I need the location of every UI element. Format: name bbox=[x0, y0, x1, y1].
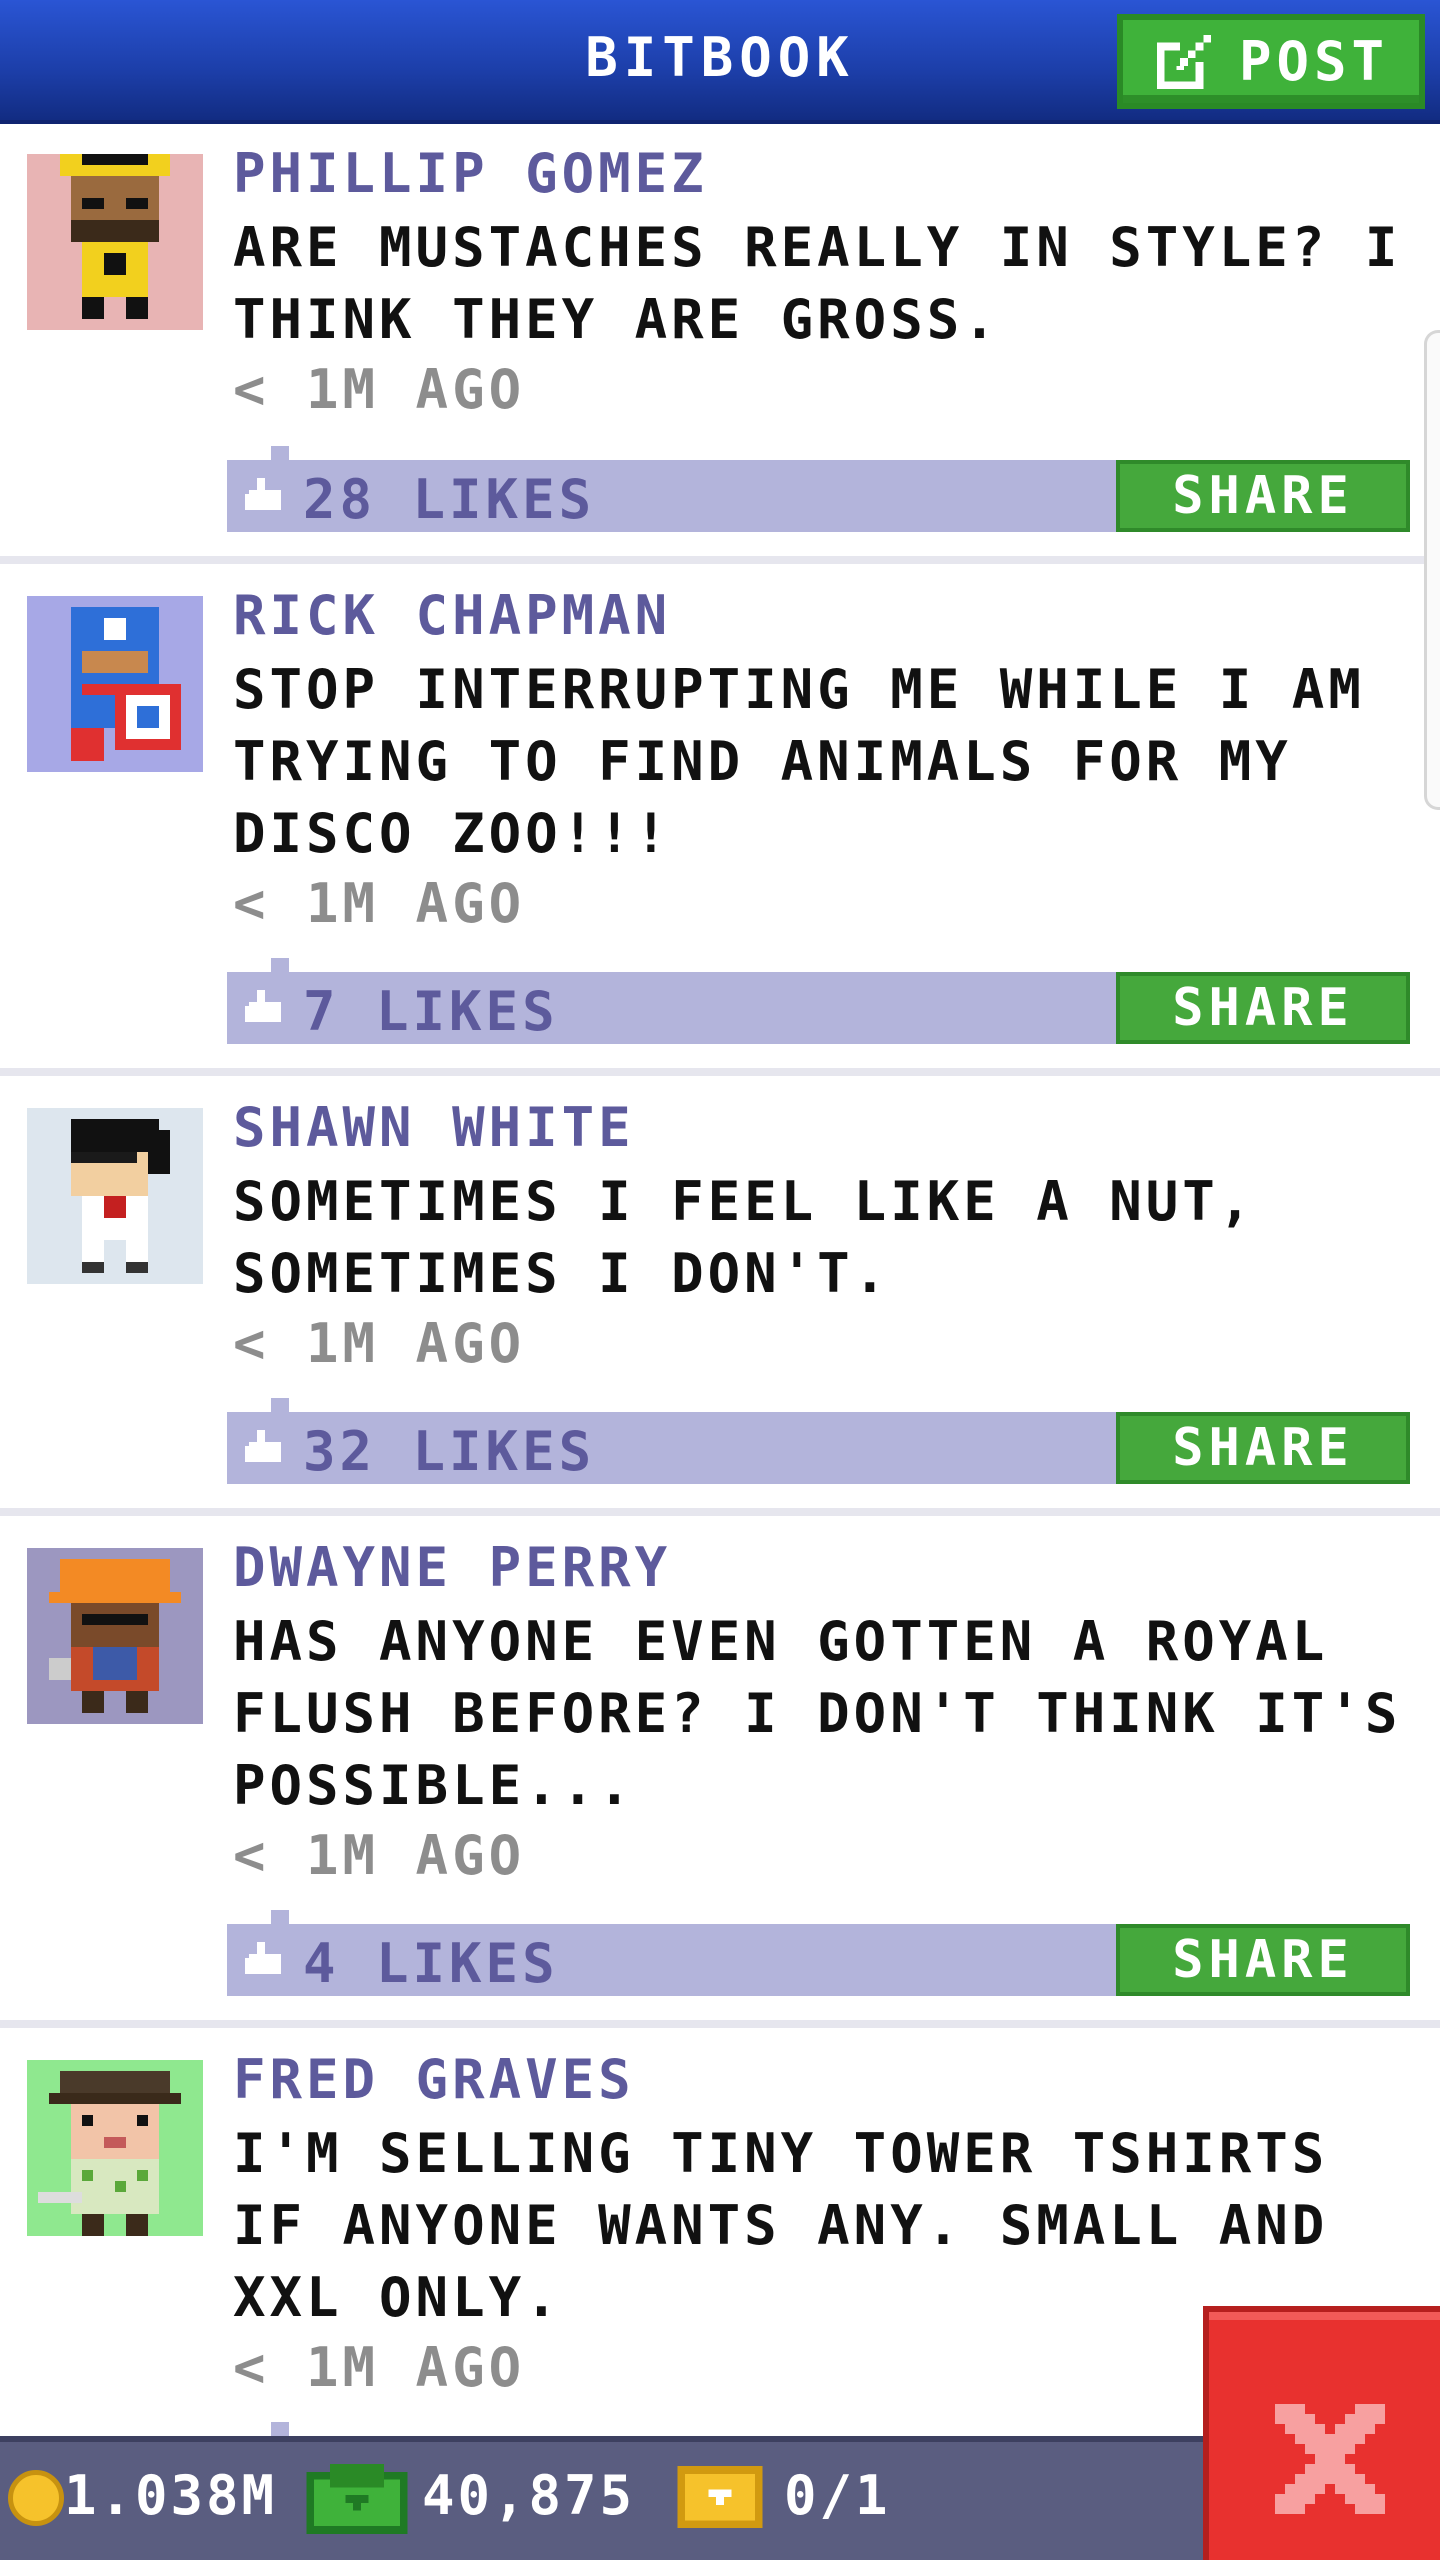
likes-bar: 7 LIKES SHARE bbox=[227, 958, 1410, 1044]
post-message: STOP INTERRUPTING ME WHILE I AM TRYING T… bbox=[233, 658, 1365, 865]
post-divider bbox=[0, 1068, 1440, 1076]
bux-icon bbox=[306, 2464, 408, 2534]
avatar[interactable] bbox=[27, 1548, 203, 1724]
app-header: BITBOOK POST bbox=[0, 0, 1440, 124]
thumbs-up-icon[interactable] bbox=[245, 1942, 285, 1978]
post-author: PHILLIP GOMEZ bbox=[233, 142, 708, 205]
scroll-indicator[interactable] bbox=[1424, 330, 1440, 810]
bux-amount: 40,875 bbox=[422, 2464, 636, 2527]
avatar-rick-chapman bbox=[27, 596, 203, 772]
likes-count: 28 LIKES bbox=[303, 468, 596, 531]
post-divider bbox=[0, 1508, 1440, 1516]
avatar[interactable] bbox=[27, 1108, 203, 1284]
share-button[interactable]: SHARE bbox=[1116, 972, 1410, 1044]
likes-count: 4 LIKES bbox=[303, 1932, 559, 1995]
share-button[interactable]: SHARE bbox=[1116, 1924, 1410, 1996]
post-message: HAS ANYONE EVEN GOTTEN A ROYAL FLUSH BEF… bbox=[233, 1610, 1402, 1817]
close-icon bbox=[1275, 2404, 1385, 2514]
likes-bar: 32 LIKES SHARE bbox=[227, 1398, 1410, 1484]
close-button[interactable] bbox=[1203, 2306, 1440, 2560]
post-button[interactable]: POST bbox=[1117, 14, 1425, 109]
thumbs-up-icon[interactable] bbox=[245, 478, 285, 514]
thumbs-up-icon[interactable] bbox=[245, 990, 285, 1026]
post-message: I'M SELLING TINY TOWER TSHIRTS IF ANYONE… bbox=[233, 2122, 1329, 2329]
post-author: RICK CHAPMAN bbox=[233, 584, 672, 647]
thumbs-up-icon[interactable] bbox=[245, 1430, 285, 1466]
avatar-shawn-white bbox=[27, 1108, 203, 1284]
share-button[interactable]: SHARE bbox=[1116, 1412, 1410, 1484]
post-message: ARE MUSTACHES REALLY IN STYLE? I THINK T… bbox=[233, 216, 1402, 351]
post-time: < 1M AGO bbox=[233, 2336, 526, 2399]
avatar[interactable] bbox=[27, 154, 203, 330]
likes-bar-tab bbox=[271, 958, 289, 972]
coins-amount: 1.038M bbox=[64, 2464, 278, 2527]
avatar-fred-graves bbox=[27, 2060, 203, 2236]
likes-bar-tab bbox=[271, 1398, 289, 1412]
post-author: FRED GRAVES bbox=[233, 2048, 635, 2111]
post-time: < 1M AGO bbox=[233, 358, 526, 421]
avatar-dwayne-perry bbox=[27, 1548, 203, 1724]
avatar[interactable] bbox=[27, 596, 203, 772]
ticket-icon bbox=[677, 2466, 763, 2528]
likes-bar-tab bbox=[271, 446, 289, 460]
post-time: < 1M AGO bbox=[233, 1312, 526, 1375]
edit-icon bbox=[1156, 34, 1212, 89]
likes-bar-tab bbox=[271, 1910, 289, 1924]
post-divider bbox=[0, 556, 1440, 564]
post-author: DWAYNE PERRY bbox=[233, 1536, 672, 1599]
likes-bar: 4 LIKES SHARE bbox=[227, 1910, 1410, 1996]
post-time: < 1M AGO bbox=[233, 1824, 526, 1887]
post-message: SOMETIMES I FEEL LIKE A NUT, SOMETIMES I… bbox=[233, 1170, 1256, 1305]
post-divider bbox=[0, 2020, 1440, 2028]
likes-bar-tab bbox=[271, 2422, 289, 2436]
post-time: < 1M AGO bbox=[233, 872, 526, 935]
likes-bar: 28 LIKES SHARE bbox=[227, 446, 1410, 532]
post-button-label: POST bbox=[1238, 30, 1390, 93]
post-author: SHAWN WHITE bbox=[233, 1096, 635, 1159]
avatar-phillip-gomez bbox=[27, 154, 203, 330]
tickets-amount: 0/1 bbox=[784, 2464, 891, 2527]
likes-count: 32 LIKES bbox=[303, 1420, 596, 1483]
share-button[interactable]: SHARE bbox=[1116, 460, 1410, 532]
avatar[interactable] bbox=[27, 2060, 203, 2236]
likes-count: 7 LIKES bbox=[303, 980, 559, 1043]
coin-icon bbox=[8, 2470, 64, 2526]
